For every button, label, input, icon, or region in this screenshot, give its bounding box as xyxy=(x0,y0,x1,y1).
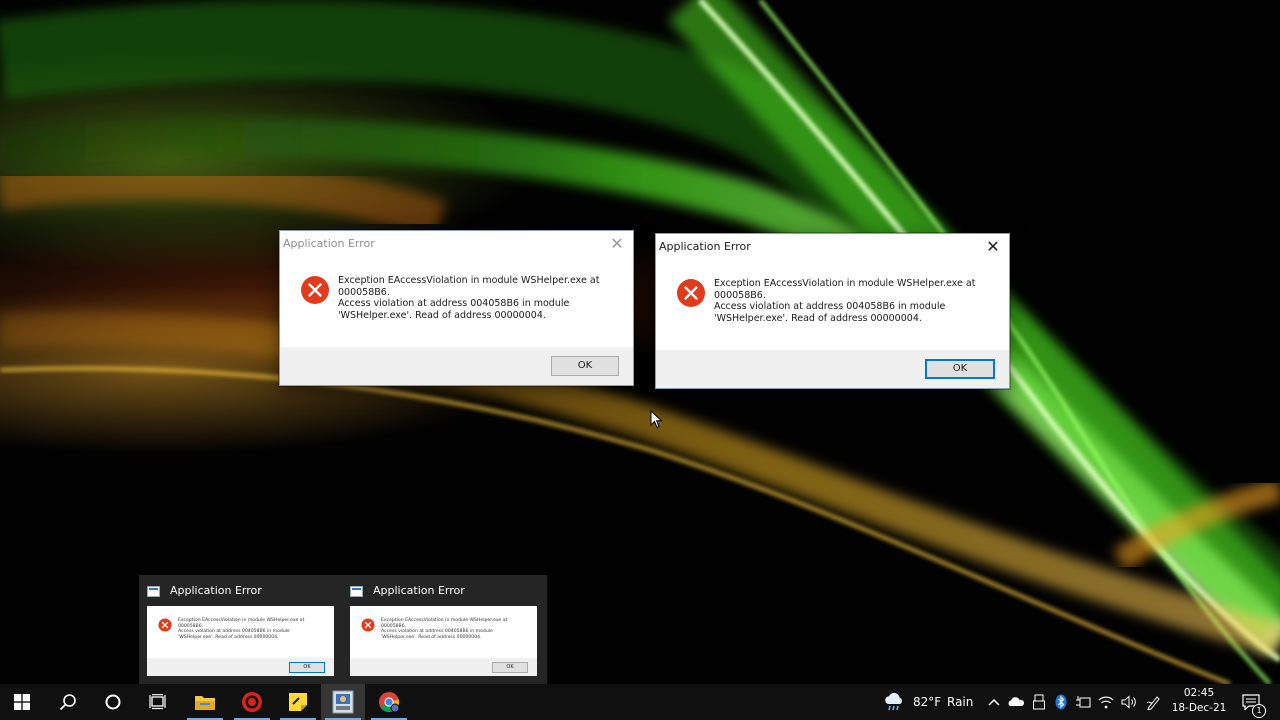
thumbnail-title: Application Error xyxy=(373,584,465,597)
message-line: Access violation at address 004058B6 in … xyxy=(714,301,946,312)
error-dialog-inactive[interactable]: Application Error ✕ Exception EAccessVio… xyxy=(279,230,634,386)
dialog-footer: OK xyxy=(656,350,1009,388)
usb-device-icon[interactable] xyxy=(1030,693,1048,711)
thumbnail-ok-button: OK xyxy=(492,662,528,673)
app-window-icon xyxy=(350,586,363,597)
search-button[interactable] xyxy=(46,684,90,720)
thumbnail-title: Application Error xyxy=(170,584,262,597)
dialog-body: Exception EAccessViolation in module WSH… xyxy=(656,264,1009,350)
weather-temperature[interactable]: 82°F xyxy=(913,695,941,709)
red-target-icon xyxy=(242,692,262,712)
pen-icon[interactable] xyxy=(1145,693,1163,711)
thumbnail-window-preview: Exception EAccessViolation in module WSH… xyxy=(147,606,334,676)
message-line: 'WSHelper.exe'. Read of address 00000004… xyxy=(714,312,922,324)
dialog-footer: OK xyxy=(280,347,633,385)
taskbar-sticky-notes[interactable] xyxy=(276,684,320,720)
thumbnail-message: Exception EAccessViolation in module WSH… xyxy=(381,618,531,640)
wshelper-app-icon xyxy=(332,690,354,714)
close-icon[interactable]: ✕ xyxy=(605,233,629,255)
task-view-button[interactable] xyxy=(136,684,180,720)
dialog-titlebar[interactable]: Application Error ✕ xyxy=(280,231,633,261)
dialog-title: Application Error xyxy=(659,240,751,253)
rain-cloud-icon xyxy=(885,692,902,711)
start-button[interactable] xyxy=(0,684,44,720)
windows-logo-icon xyxy=(14,694,30,710)
folder-icon xyxy=(195,696,215,710)
dialog-body: Exception EAccessViolation in module WSH… xyxy=(280,261,633,347)
cortana-circle-icon xyxy=(105,694,121,710)
error-message: Exception EAccessViolation in module WSH… xyxy=(338,275,628,321)
error-icon xyxy=(158,618,172,632)
error-icon xyxy=(677,279,705,307)
taskbar-file-explorer[interactable] xyxy=(183,684,227,720)
search-icon xyxy=(59,694,76,711)
taskbar-clock[interactable]: 02:45 18-Dec-21 xyxy=(1163,686,1235,716)
message-line: 'WSHelper.exe'. Read of address 00000004… xyxy=(381,634,482,640)
taskbar-wshelper[interactable] xyxy=(321,684,365,720)
close-icon[interactable]: ✕ xyxy=(981,236,1005,258)
thumbnail-footer: OK xyxy=(147,658,334,676)
cortana-button[interactable] xyxy=(91,684,135,720)
thumbnail-ok-button: OK xyxy=(289,662,325,673)
message-line: Access violation at address 004058B6 in … xyxy=(338,298,570,309)
power-plug-icon[interactable] xyxy=(1074,693,1092,711)
clock-date: 18-Dec-21 xyxy=(1171,702,1227,714)
thumbnail-footer: OK xyxy=(350,658,537,676)
taskbar-red-app[interactable] xyxy=(230,684,274,720)
task-view-icon xyxy=(149,694,166,710)
message-line: 000058B6. xyxy=(714,289,766,301)
onedrive-icon[interactable] xyxy=(1007,693,1025,711)
dialog-title: Application Error xyxy=(283,237,375,250)
taskbar-thumbnail-previews: Application Error Exception EAccessViola… xyxy=(139,575,547,684)
thumbnail-message: Exception EAccessViolation in module WSH… xyxy=(178,618,328,640)
message-line: 000058B6. xyxy=(338,286,390,298)
message-line: Exception EAccessViolation in module WSH… xyxy=(338,275,600,286)
message-line: 'WSHelper.exe'. Read of address 00000004… xyxy=(178,634,279,640)
chevron-up-icon[interactable] xyxy=(985,693,1003,711)
error-message: Exception EAccessViolation in module WSH… xyxy=(714,278,1004,324)
wifi-icon[interactable] xyxy=(1097,693,1115,711)
mouse-cursor-icon xyxy=(650,410,663,429)
weather-condition[interactable]: Rain xyxy=(947,695,973,709)
volume-icon[interactable] xyxy=(1120,693,1138,711)
chrome-icon xyxy=(379,692,400,713)
thumbnail-preview[interactable]: Application Error Exception EAccessViola… xyxy=(139,575,341,684)
app-window-icon xyxy=(147,586,160,597)
error-icon xyxy=(301,276,329,304)
thumbnail-preview[interactable]: Application Error Exception EAccessViola… xyxy=(342,575,544,684)
clock-time: 02:45 xyxy=(1183,687,1215,699)
message-line: 'WSHelper.exe'. Read of address 00000004… xyxy=(338,309,546,321)
message-line: Exception EAccessViolation in module WSH… xyxy=(714,278,976,289)
ok-button[interactable]: OK xyxy=(925,359,995,379)
error-icon xyxy=(361,618,375,632)
sticky-notes-icon xyxy=(289,693,307,711)
taskbar: 82°F Rain 02:45 18-Dec-21 1 xyxy=(0,684,1280,720)
thumbnail-window-preview: Exception EAccessViolation in module WSH… xyxy=(350,606,537,676)
dialog-titlebar[interactable]: Application Error ✕ xyxy=(656,234,1009,264)
bluetooth-icon[interactable] xyxy=(1052,693,1070,711)
error-dialog-active[interactable]: Application Error ✕ Exception EAccessVio… xyxy=(655,233,1010,389)
ok-button[interactable]: OK xyxy=(551,356,619,376)
notification-count-badge: 1 xyxy=(1252,704,1266,718)
taskbar-chrome[interactable] xyxy=(367,684,411,720)
